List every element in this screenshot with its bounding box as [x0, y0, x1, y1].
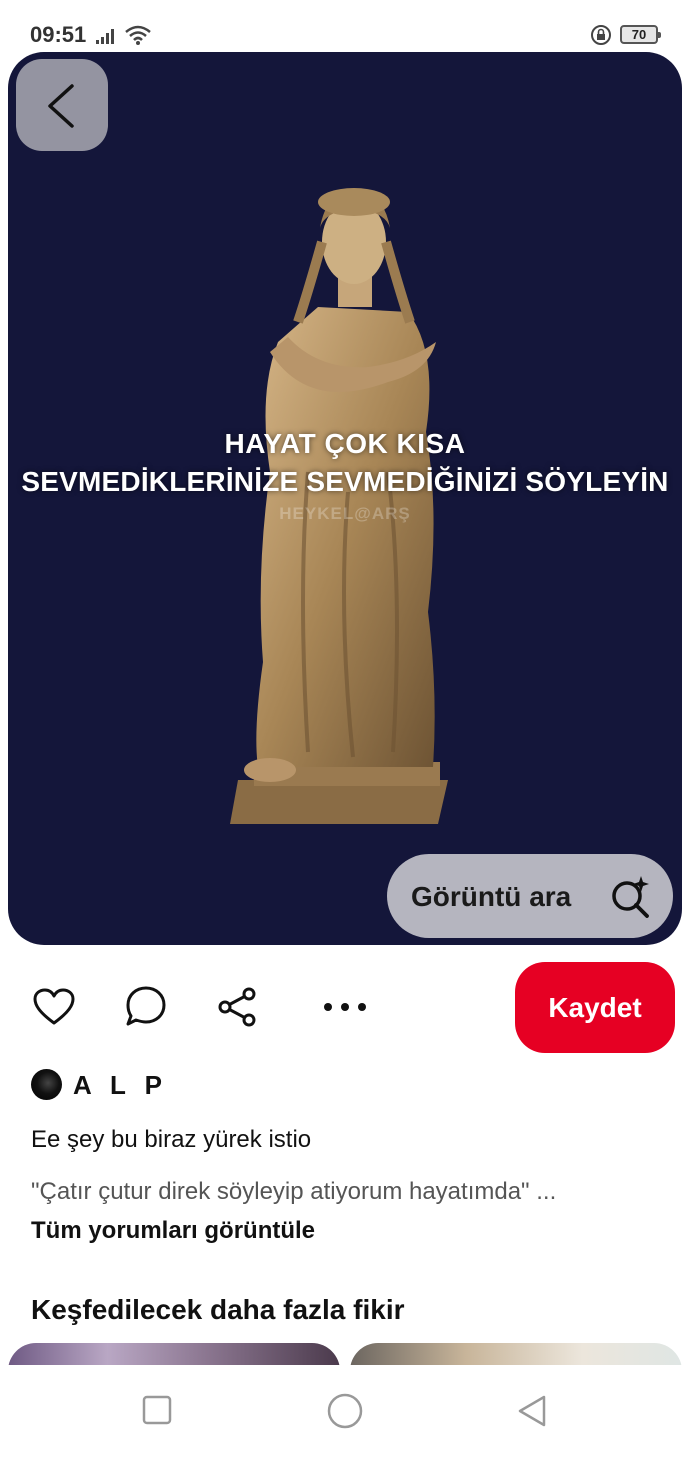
image-search-label: Görüntü ara [411, 881, 572, 912]
home-icon[interactable] [327, 1393, 363, 1429]
back-nav-icon[interactable] [516, 1394, 548, 1428]
more-icon[interactable] [321, 1000, 369, 1014]
status-bar: 09:51 70 [0, 0, 690, 50]
recents-icon[interactable] [142, 1395, 172, 1425]
system-nav-bar [0, 1365, 690, 1457]
status-time: 09:51 [30, 22, 87, 47]
pin-description: Ee şey bu biraz yürek istio [31, 1126, 312, 1153]
pin-image[interactable]: HAYAT ÇOK KISA SEVMEDİKLERİNİZE SEVMEDİĞ… [8, 52, 682, 945]
battery-icon: 70 [620, 25, 661, 44]
image-text-line-2: SEVMEDİKLERİNİZE SEVMEDİĞİNİZİ SÖYLEYİN [21, 466, 669, 497]
image-watermark: HEYKEL@ARŞ [279, 504, 411, 523]
image-search-button[interactable]: Görüntü ara [387, 854, 673, 938]
signal-icon [96, 29, 114, 44]
statue-image [230, 188, 448, 824]
save-button[interactable]: Kaydet [515, 962, 675, 1053]
comment-icon[interactable] [125, 985, 167, 1027]
back-button[interactable] [16, 59, 108, 151]
rotation-lock-icon [591, 25, 611, 45]
top-comment[interactable]: "Çatır çutur direk söyleyip atiyorum hay… [31, 1178, 651, 1206]
visual-search-icon [612, 876, 649, 918]
image-text-line-1: HAYAT ÇOK KISA [224, 428, 466, 459]
share-icon[interactable] [217, 987, 257, 1027]
avatar[interactable] [31, 1069, 62, 1100]
wifi-icon [125, 25, 151, 45]
chevron-left-icon [48, 84, 74, 128]
more-ideas-title: Keşfedilecek daha fazla fikir [31, 1294, 405, 1325]
author-name[interactable]: A L P [73, 1070, 168, 1101]
heart-icon[interactable] [33, 988, 75, 1026]
view-all-comments-link[interactable]: Tüm yorumları görüntüle [31, 1217, 315, 1245]
